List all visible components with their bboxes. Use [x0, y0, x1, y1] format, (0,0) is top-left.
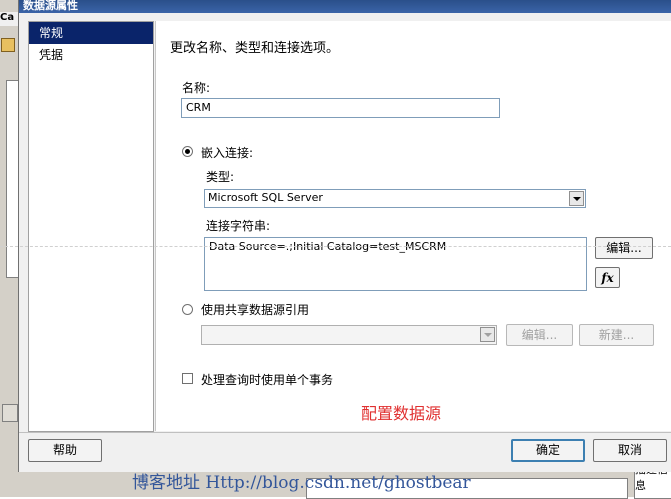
nav-pane: 常规 凭据	[28, 21, 154, 432]
dialog-title: 数据源属性	[19, 0, 671, 13]
chevron-down-icon[interactable]	[480, 327, 495, 342]
chevron-down-icon[interactable]	[569, 191, 584, 206]
page-heading: 更改名称、类型和连接选项。	[170, 41, 340, 56]
nav-item-general[interactable]: 常规	[29, 22, 153, 44]
shared-new-button[interactable]: 新建...	[579, 324, 654, 346]
embedded-connection-label: 嵌入连接:	[201, 146, 254, 160]
background-tab: Ca	[0, 12, 18, 26]
content-pane: 更改名称、类型和连接选项。 名称: CRM 嵌入连接: 类型: Microsof…	[155, 21, 671, 431]
ok-button[interactable]: 确定	[511, 439, 585, 462]
type-select[interactable]: Microsoft SQL Server	[204, 189, 586, 208]
single-transaction-label: 处理查询时使用单个事务	[201, 373, 334, 387]
single-transaction-checkbox[interactable]	[182, 373, 193, 384]
connection-string-label: 连接字符串:	[206, 219, 271, 233]
type-label: 类型:	[206, 170, 235, 184]
data-source-properties-dialog: 数据源属性 常规 凭据 更改名称、类型和连接选项。 名称: CRM 嵌入连接: …	[18, 0, 671, 472]
watermark: 博客地址 Http://blog.csdn.net/ghostbear	[132, 473, 471, 493]
name-label: 名称:	[182, 81, 211, 95]
shared-data-source-select[interactable]	[201, 325, 497, 345]
annotation-text: 配置数据源	[361, 404, 442, 423]
shared-data-source-radio[interactable]	[182, 304, 193, 315]
nav-item-credentials[interactable]: 凭据	[29, 44, 153, 66]
shared-data-source-label: 使用共享数据源引用	[201, 303, 310, 317]
shared-edit-button[interactable]: 编辑...	[506, 324, 573, 346]
name-input[interactable]: CRM	[181, 98, 500, 118]
expression-button[interactable]: fx	[595, 267, 620, 288]
pencil-icon	[1, 38, 15, 52]
background-app-left-strip: Ca	[0, 0, 20, 497]
footer-divider	[19, 432, 671, 433]
embedded-connection-radio[interactable]	[182, 146, 193, 157]
help-button[interactable]: 帮助	[28, 439, 102, 462]
background-button	[2, 404, 18, 422]
type-select-value: Microsoft SQL Server	[208, 191, 323, 204]
edit-connection-button[interactable]: 编辑...	[595, 237, 653, 259]
guide-line	[0, 246, 671, 247]
cancel-button[interactable]: 取消	[593, 439, 667, 462]
